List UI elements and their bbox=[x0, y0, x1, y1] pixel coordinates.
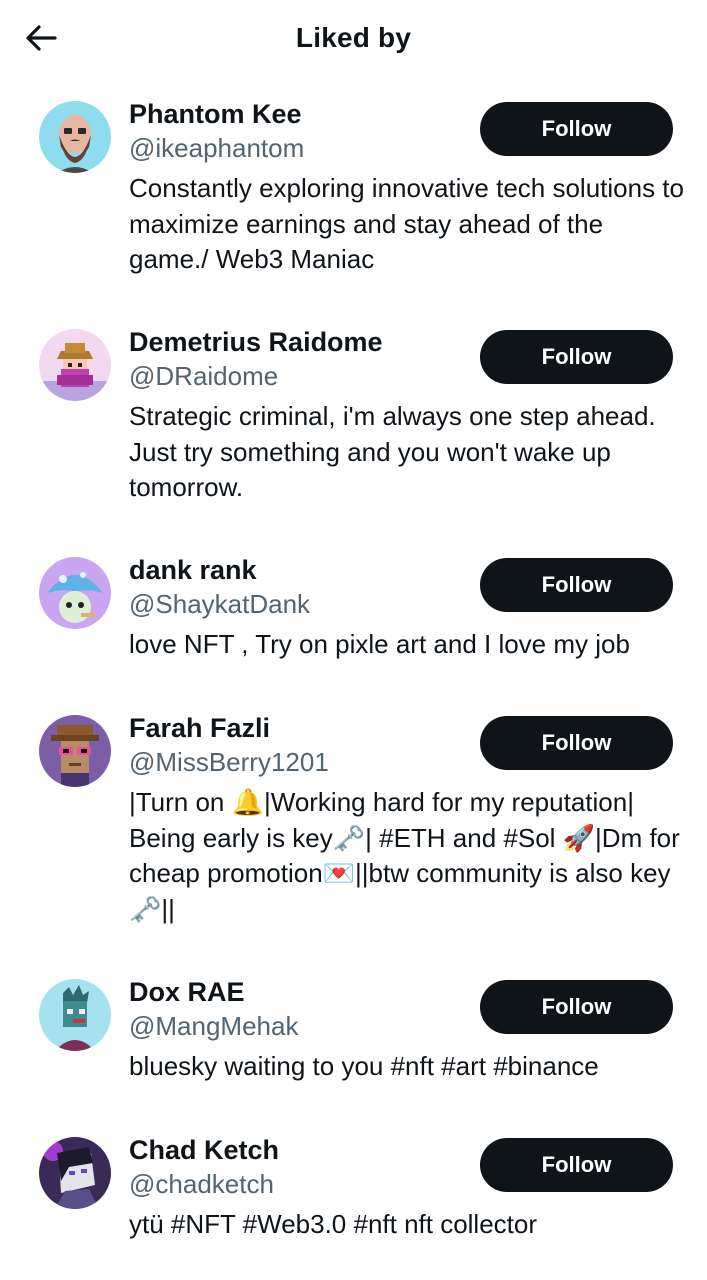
user-name[interactable]: Farah Fazli bbox=[129, 711, 270, 745]
user-handle[interactable]: @DRaidome bbox=[129, 359, 278, 393]
follow-button[interactable]: Follow bbox=[480, 330, 673, 384]
avatar[interactable] bbox=[39, 715, 111, 787]
user-bio: bluesky waiting to you #nft #art #binanc… bbox=[129, 1051, 599, 1081]
user-handle[interactable]: @MissBerry1201 bbox=[129, 745, 329, 779]
user-handle[interactable]: @ikeaphantom bbox=[129, 131, 304, 165]
follow-button[interactable]: Follow bbox=[480, 1138, 673, 1192]
user-handle[interactable]: @MangMehak bbox=[129, 1009, 298, 1043]
avatar[interactable] bbox=[39, 329, 111, 401]
user-bio: |Turn on 🔔|Working hard for my reputatio… bbox=[129, 787, 680, 924]
user-handle[interactable]: @ShaykatDank bbox=[129, 587, 310, 621]
top-bar: Liked by bbox=[0, 0, 707, 78]
user-bio: Strategic criminal, i'm always one step … bbox=[129, 401, 656, 502]
avatar[interactable] bbox=[39, 557, 111, 629]
avatar[interactable] bbox=[39, 1137, 111, 1209]
user-name[interactable]: Chad Ketch bbox=[129, 1133, 279, 1167]
follow-button[interactable]: Follow bbox=[480, 558, 673, 612]
user-bio: Constantly exploring innovative tech sol… bbox=[129, 173, 684, 274]
user-name[interactable]: dank rank bbox=[129, 553, 257, 587]
follow-button[interactable]: Follow bbox=[480, 102, 673, 156]
follow-button[interactable]: Follow bbox=[480, 716, 673, 770]
user-name[interactable]: Dox RAE bbox=[129, 975, 245, 1009]
user-name[interactable]: Demetrius Raidome bbox=[129, 325, 383, 359]
follow-button[interactable]: Follow bbox=[480, 980, 673, 1034]
user-bio: ytü #NFT #Web3.0 #nft nft collector bbox=[129, 1209, 538, 1239]
user-handle[interactable]: @chadketch bbox=[129, 1167, 274, 1201]
page-title: Liked by bbox=[295, 22, 412, 53]
avatar[interactable] bbox=[39, 101, 111, 173]
avatar[interactable] bbox=[39, 979, 111, 1051]
user-bio: love NFT , Try on pixle art and I love m… bbox=[129, 629, 630, 659]
user-name[interactable]: Phantom Kee bbox=[129, 97, 302, 131]
